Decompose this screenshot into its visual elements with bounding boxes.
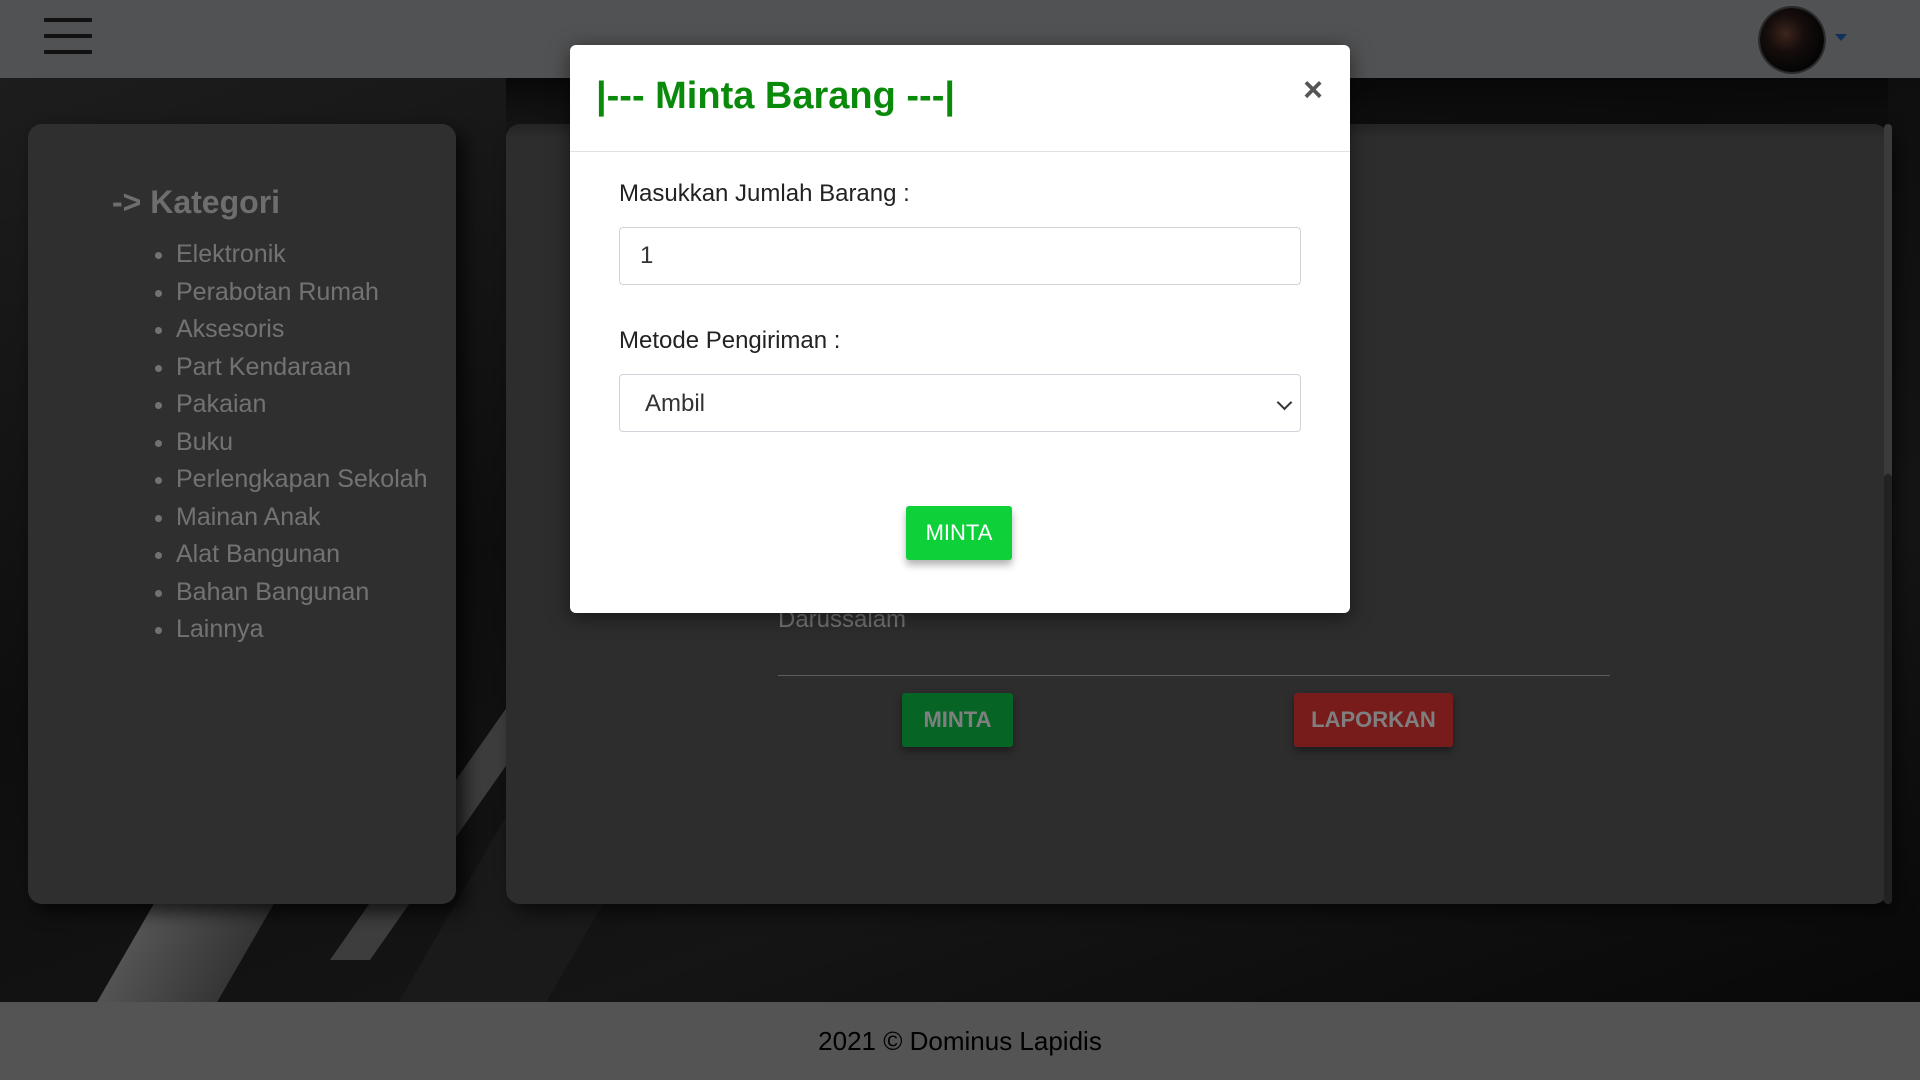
shipping-method-value: Ambil [645, 390, 706, 417]
chevron-down-icon [1276, 394, 1293, 411]
submit-request-button[interactable]: MINTA [906, 506, 1012, 560]
quantity-input[interactable] [619, 227, 1301, 285]
quantity-label: Masukkan Jumlah Barang : [619, 180, 910, 207]
shipping-method-label: Metode Pengiriman : [619, 327, 841, 354]
close-icon[interactable]: × [1298, 71, 1328, 109]
modal-header: |--- Minta Barang ---| × [570, 45, 1350, 152]
modal-title: |--- Minta Barang ---| [596, 75, 955, 117]
request-item-modal: |--- Minta Barang ---| × Masukkan Jumlah… [570, 45, 1350, 613]
shipping-method-select[interactable]: Ambil [619, 374, 1301, 432]
